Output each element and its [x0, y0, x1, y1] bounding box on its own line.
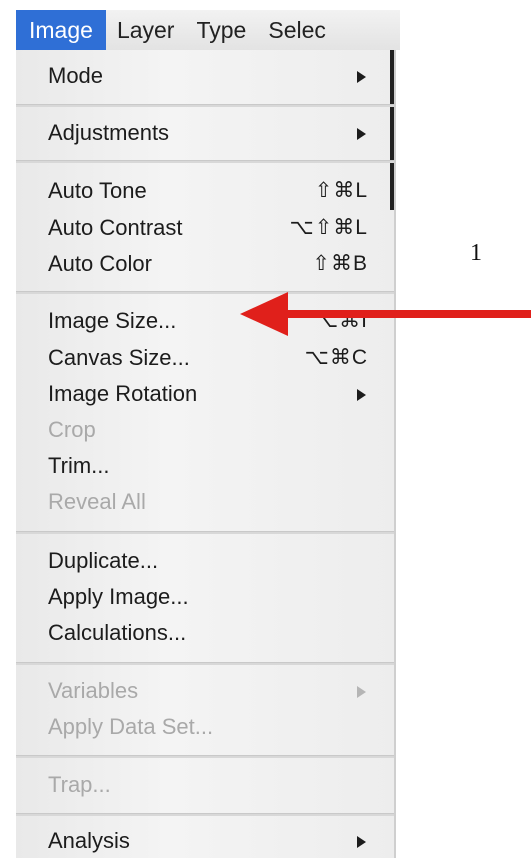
red-arrow-annotation-icon — [240, 292, 531, 336]
menu-item-image-rotation[interactable]: Image Rotation — [48, 377, 368, 411]
shortcut-label: ⌥⌘C — [304, 346, 368, 369]
menu-item-label: Image Size... — [48, 308, 177, 333]
menu-separator — [16, 813, 394, 816]
menu-item-label: Apply Image... — [48, 584, 189, 609]
menu-item-canvas-size[interactable]: Canvas Size... ⌥⌘C — [48, 341, 368, 375]
menu-item-label: Variables — [48, 678, 139, 703]
image-dropdown-menu: Mode Adjustments Auto Tone ⇧⌘L Auto Cont… — [16, 50, 396, 858]
screenshot-stage: Image Layer Type Selec Mode Adjustments … — [0, 0, 531, 858]
menu-item-label: Adjustments — [48, 120, 170, 145]
menu-item-label: Auto Tone — [48, 178, 147, 203]
menu-item-mode[interactable]: Mode — [48, 59, 368, 93]
submenu-arrow-icon — [357, 389, 366, 401]
menu-item-label: Duplicate... — [48, 548, 159, 573]
menu-item-trap[interactable]: Trap... — [48, 768, 368, 802]
menubar-type[interactable]: Type — [185, 10, 257, 50]
submenu-arrow-icon — [357, 71, 366, 83]
menu-item-label: Reveal All — [48, 489, 146, 514]
menu-item-label: Mode — [48, 63, 104, 88]
shortcut-label: ⌥⇧⌘L — [289, 216, 368, 239]
menu-separator — [16, 755, 394, 758]
menu-item-label: Crop — [48, 417, 96, 442]
menubar-image[interactable]: Image — [16, 10, 106, 50]
annotation-number: 1 — [470, 240, 482, 266]
submenu-arrow-icon — [357, 686, 366, 698]
menu-item-analysis[interactable]: Analysis — [48, 824, 368, 858]
menu-item-adjustments[interactable]: Adjustments — [48, 116, 368, 150]
menu-item-label: Trim... — [48, 453, 110, 478]
menu-item-apply-image[interactable]: Apply Image... — [48, 580, 368, 614]
menu-item-label: Apply Data Set... — [48, 714, 214, 739]
menubar-select[interactable]: Selec — [257, 10, 337, 50]
menu-item-auto-tone[interactable]: Auto Tone ⇧⌘L — [48, 174, 368, 208]
arrow-head — [240, 292, 288, 336]
menu-item-auto-contrast[interactable]: Auto Contrast ⌥⇧⌘L — [48, 211, 368, 245]
menu-separator — [16, 160, 394, 163]
menu-item-label: Analysis — [48, 828, 130, 853]
submenu-arrow-icon — [357, 128, 366, 140]
menu-scroll-indicator[interactable] — [390, 50, 394, 210]
menu-item-variables[interactable]: Variables — [48, 674, 368, 708]
menu-item-label: Image Rotation — [48, 381, 198, 406]
menu-item-apply-data-set[interactable]: Apply Data Set... — [48, 710, 368, 744]
menubar-layer[interactable]: Layer — [106, 10, 186, 50]
menu-item-label: Canvas Size... — [48, 345, 190, 370]
submenu-arrow-icon — [357, 836, 366, 848]
menu-item-label: Trap... — [48, 772, 111, 797]
menu-separator — [16, 662, 394, 665]
shortcut-label: ⇧⌘B — [312, 252, 368, 275]
menu-item-label: Auto Contrast — [48, 215, 183, 240]
menu-item-label: Auto Color — [48, 251, 152, 276]
menu-bar: Image Layer Type Selec — [16, 10, 400, 50]
menu-item-duplicate[interactable]: Duplicate... — [48, 544, 368, 578]
menu-separator — [16, 531, 394, 534]
menu-separator — [16, 104, 394, 107]
menu-item-auto-color[interactable]: Auto Color ⇧⌘B — [48, 247, 368, 281]
menu-item-trim[interactable]: Trim... — [48, 449, 368, 483]
menu-item-calculations[interactable]: Calculations... — [48, 616, 368, 650]
menu-item-crop[interactable]: Crop — [48, 413, 368, 447]
menu-item-label: Calculations... — [48, 620, 187, 645]
menu-item-reveal-all[interactable]: Reveal All — [48, 485, 368, 519]
shortcut-label: ⇧⌘L — [314, 179, 368, 202]
